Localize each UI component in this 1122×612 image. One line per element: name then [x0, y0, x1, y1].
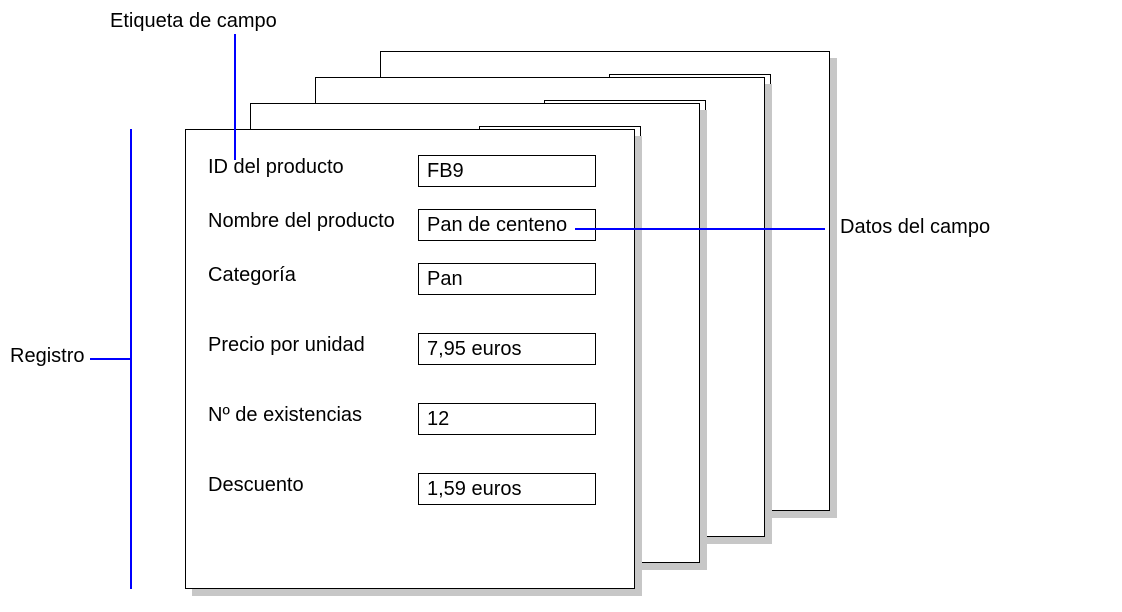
field-value-descuento: 1,59 euros: [418, 473, 596, 505]
field-value-precio: 7,95 euros: [418, 333, 596, 365]
annotation-line-record-v: [130, 129, 132, 589]
field-label-categoria: Categoría: [208, 263, 418, 287]
record-card-front: ID del producto FB9 Nombre del producto …: [185, 129, 635, 589]
field-value-categoria: Pan: [418, 263, 596, 295]
annotation-field-label: Etiqueta de campo: [110, 10, 277, 33]
field-value-id: FB9: [418, 155, 596, 187]
annotation-line-record-h: [90, 358, 130, 360]
field-label-id: ID del producto: [208, 155, 418, 179]
field-label-precio: Precio por unidad: [208, 333, 418, 357]
annotation-line-field-data: [575, 228, 825, 230]
field-value-nombre: Pan de centeno: [418, 209, 596, 241]
field-value-existencias: 12: [418, 403, 596, 435]
field-label-existencias: Nº de existencias: [208, 403, 418, 427]
annotation-record: Registro: [10, 345, 84, 368]
field-label-nombre: Nombre del producto: [208, 209, 418, 233]
annotation-line-field-label: [234, 34, 236, 160]
annotation-field-data: Datos del campo: [840, 216, 990, 239]
field-label-descuento: Descuento: [208, 473, 418, 497]
diagram-stage: s s s s s s s s ID del producto FB9 Nomb…: [0, 0, 1122, 612]
